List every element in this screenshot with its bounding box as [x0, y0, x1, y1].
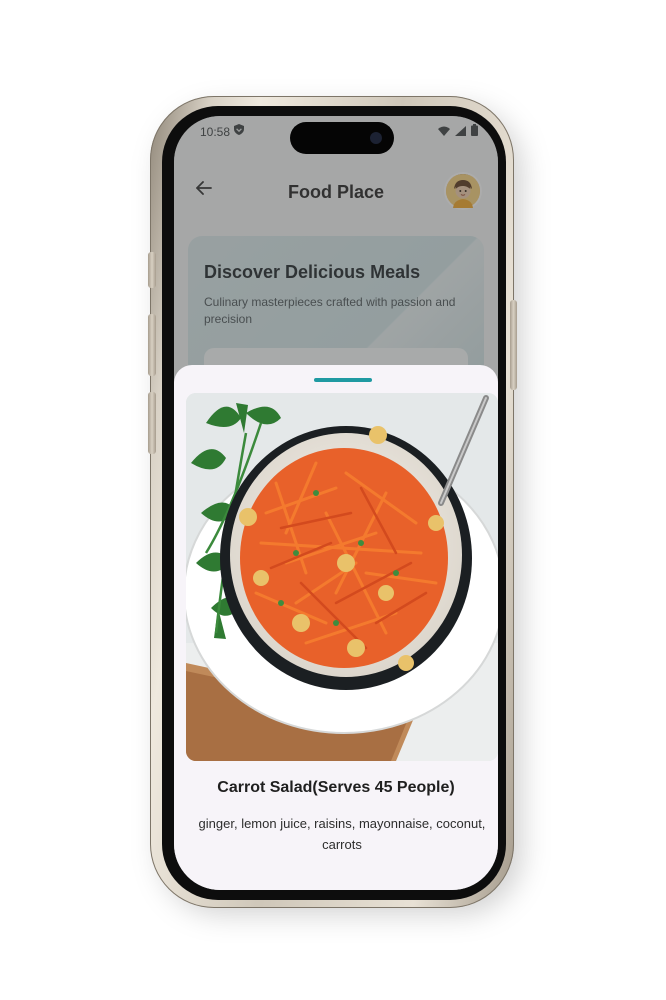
carrot-salad-photo [186, 393, 498, 761]
dish-ingredients: ginger, lemon juice, raisins, mayonnaise… [198, 816, 486, 852]
phone-power-button [510, 300, 517, 390]
dish-name: Carrot Salad(Serves 45 People) [217, 779, 455, 796]
phone-action-button [148, 252, 156, 288]
bottom-sheet: Carrot Salad(Serves 45 People) ginger, l… [174, 365, 498, 890]
phone-volume-up-button [148, 314, 156, 376]
dynamic-island [290, 122, 394, 154]
phone-screen: 10:58 Food Place Discover Delicious Meal… [174, 116, 498, 890]
phone-volume-down-button [148, 392, 156, 454]
sheet-drag-handle[interactable] [314, 378, 372, 382]
front-camera [370, 132, 382, 144]
